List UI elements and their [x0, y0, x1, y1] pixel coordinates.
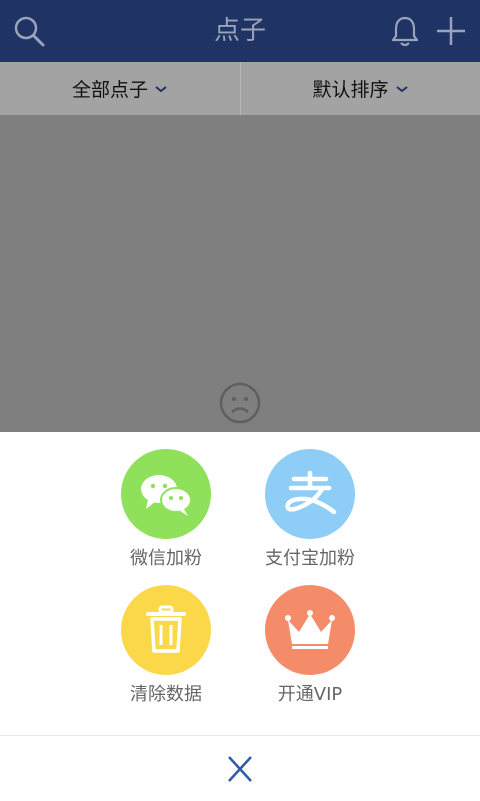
wechat-icon-circle: [121, 449, 211, 539]
filter-bar: 全部点子 默认排序: [0, 62, 480, 115]
filter-all-ideas-label: 全部点子: [71, 79, 148, 101]
app-header: 点子: [0, 0, 480, 62]
alipay-add-fans-button[interactable]: 支付宝加粉: [230, 449, 390, 571]
crown-icon: [285, 610, 335, 649]
crown-icon-circle: [265, 585, 355, 675]
sad-face-icon: [219, 382, 261, 424]
open-vip-label: 开通VIP: [277, 684, 343, 705]
trash-icon: [146, 605, 186, 653]
plus-icon[interactable]: [433, 13, 469, 49]
wechat-icon: [141, 475, 192, 516]
chevron-down-icon: [155, 85, 167, 92]
alipay-icon-circle: [265, 449, 355, 539]
open-vip-button[interactable]: 开通VIP: [230, 585, 390, 707]
filter-all-ideas[interactable]: 全部点子: [0, 62, 240, 115]
filter-sort[interactable]: 默认排序: [241, 62, 480, 115]
alipay-add-fans-label: 支付宝加粉: [265, 548, 355, 569]
wechat-add-fans-button[interactable]: 微信加粉: [86, 449, 246, 571]
bell-icon[interactable]: [387, 13, 423, 49]
filter-sort-label: 默认排序: [312, 79, 389, 101]
clear-data-button[interactable]: 清除数据: [86, 585, 246, 707]
chevron-down-icon: [395, 85, 408, 92]
close-icon[interactable]: [220, 752, 260, 788]
close-bar: [0, 735, 480, 801]
wechat-add-fans-label: 微信加粉: [130, 548, 202, 569]
clear-data-label: 清除数据: [130, 684, 202, 705]
trash-icon-circle: [121, 585, 211, 675]
alipay-icon: [285, 470, 337, 515]
